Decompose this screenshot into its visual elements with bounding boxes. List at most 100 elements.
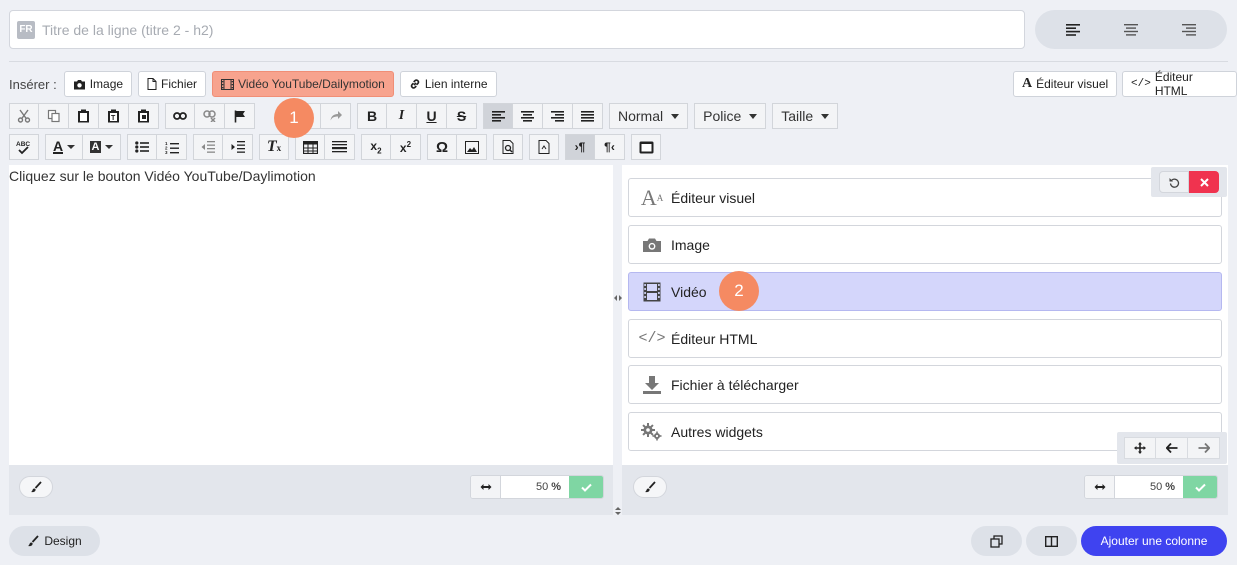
underline-button[interactable]: U [417, 103, 447, 129]
html-editor-label: Éditeur HTML [1154, 70, 1193, 98]
template-button[interactable] [529, 134, 559, 160]
left-column-width-confirm-button[interactable] [569, 476, 603, 498]
column-splitter[interactable] [613, 165, 622, 517]
text-color-button[interactable]: A [45, 134, 83, 160]
paste-word-button[interactable] [129, 103, 159, 129]
format-select[interactable]: Normal [609, 103, 689, 129]
move-icon [1134, 442, 1146, 454]
widget-visual-editor[interactable]: AA Éditeur visuel [628, 178, 1222, 217]
align-justify-icon [581, 110, 594, 122]
align-right-button[interactable] [1173, 18, 1203, 42]
insert-link-button[interactable] [165, 103, 195, 129]
camera-icon [73, 79, 85, 89]
move-column-button[interactable] [1124, 437, 1156, 459]
editor-toolbar-row-2: ABC A A 123 Tx x2 x2 Ω ›¶ ¶‹ [9, 134, 661, 160]
widget-visual-editor-label: Éditeur visuel [671, 189, 756, 206]
width-toggle-button[interactable] [1085, 476, 1115, 498]
delete-column-button[interactable] [1189, 171, 1219, 193]
film-icon [221, 78, 235, 90]
table-button[interactable] [295, 134, 325, 160]
right-column-design-button[interactable] [633, 476, 667, 498]
html-editor-switch[interactable]: </> Éditeur HTML [1122, 70, 1237, 98]
unlink-button[interactable] [195, 103, 225, 129]
insert-image-button[interactable]: Image [63, 71, 133, 97]
template-icon [538, 140, 549, 154]
anchor-button[interactable] [225, 103, 255, 129]
language-badge: FR [17, 20, 35, 39]
right-column-width-value[interactable]: 50% [1115, 476, 1183, 498]
italic-icon: I [398, 108, 405, 123]
horizontal-resize-icon [1094, 484, 1105, 490]
widget-html-editor[interactable]: </> Éditeur HTML [628, 319, 1222, 358]
column-actions [1151, 167, 1227, 197]
horizontal-rule-button[interactable] [325, 134, 355, 160]
bulleted-list-button[interactable] [127, 134, 157, 160]
fullscreen-button[interactable] [631, 134, 661, 160]
left-column-footer: 50% [9, 465, 613, 515]
spellcheck-button[interactable]: ABC [9, 134, 39, 160]
row-title-input[interactable] [42, 21, 942, 38]
media-icon [464, 140, 479, 154]
paste-button[interactable] [69, 103, 99, 129]
row-title-field[interactable]: FR [9, 10, 1025, 49]
copy-button[interactable] [39, 103, 69, 129]
move-right-button[interactable] [1188, 437, 1220, 459]
close-icon [1199, 177, 1209, 187]
width-number: 50 [1149, 481, 1163, 493]
align-left-button[interactable] [1059, 18, 1089, 42]
visual-editor-switch[interactable]: A Éditeur visuel [1013, 71, 1118, 97]
insert-video-button[interactable]: Vidéo YouTube/Dailymotion [212, 71, 394, 97]
left-column-editor[interactable]: Cliquez sur le bouton Vidéo YouTube/Dayl… [9, 165, 613, 465]
justify-right-button[interactable] [543, 103, 573, 129]
widget-file-download[interactable]: Fichier à télécharger [628, 365, 1222, 404]
widget-image[interactable]: Image [628, 225, 1222, 264]
row-design-button[interactable]: Design [9, 526, 100, 556]
find-button[interactable] [493, 134, 523, 160]
widget-video[interactable]: Vidéo [628, 272, 1222, 311]
justify-left-button[interactable] [483, 103, 513, 129]
code-icon: </> [1131, 78, 1151, 90]
justify-full-button[interactable] [573, 103, 603, 129]
outdent-button[interactable] [193, 134, 223, 160]
bold-button[interactable]: B [357, 103, 387, 129]
left-column-design-button[interactable] [19, 476, 53, 498]
redo-button[interactable] [321, 103, 351, 129]
insert-file-button[interactable]: Fichier [138, 71, 207, 97]
align-right-icon [1182, 23, 1197, 36]
rtl-button[interactable]: ¶‹ [595, 134, 625, 160]
strikethrough-button[interactable]: S [447, 103, 477, 129]
cut-button[interactable] [9, 103, 39, 129]
move-left-button[interactable] [1156, 437, 1188, 459]
justify-center-button[interactable] [513, 103, 543, 129]
add-column-button[interactable]: Ajouter une colonne [1081, 526, 1227, 556]
numbered-list-button[interactable]: 123 [157, 134, 187, 160]
special-char-button[interactable]: Ω [427, 134, 457, 160]
ltr-button[interactable]: ›¶ [565, 134, 595, 160]
width-unit: % [1165, 481, 1175, 493]
font-select[interactable]: Police [694, 103, 767, 129]
right-column-width-confirm-button[interactable] [1183, 476, 1217, 498]
superscript-button[interactable]: x2 [391, 134, 421, 160]
font-select-value: Police [703, 108, 742, 124]
indent-button[interactable] [223, 134, 253, 160]
size-select[interactable]: Taille [772, 103, 839, 129]
background-color-button[interactable]: A [83, 134, 121, 160]
insert-internal-link-button[interactable]: Lien interne [399, 71, 497, 97]
left-column-width-value[interactable]: 50% [501, 476, 569, 498]
insert-media-button[interactable] [457, 134, 487, 160]
code-icon: </> [638, 330, 666, 347]
width-toggle-button[interactable] [471, 476, 501, 498]
insert-toolbar: Insérer : Image Fichier Vidéo YouTube/Da… [9, 71, 497, 97]
column-layout-button[interactable] [1026, 526, 1077, 556]
align-center-button[interactable] [1116, 18, 1146, 42]
subscript-button[interactable]: x2 [361, 134, 391, 160]
row-design-label: Design [44, 534, 82, 548]
reset-column-button[interactable] [1159, 171, 1189, 193]
paste-text-button[interactable]: T [99, 103, 129, 129]
text-color-icon: A [52, 138, 64, 154]
remove-format-button[interactable]: Tx [259, 134, 289, 160]
arrow-left-icon [1165, 443, 1177, 453]
italic-button[interactable]: I [387, 103, 417, 129]
duplicate-row-button[interactable] [971, 526, 1022, 556]
visual-editor-label: Éditeur visuel [1036, 77, 1109, 91]
